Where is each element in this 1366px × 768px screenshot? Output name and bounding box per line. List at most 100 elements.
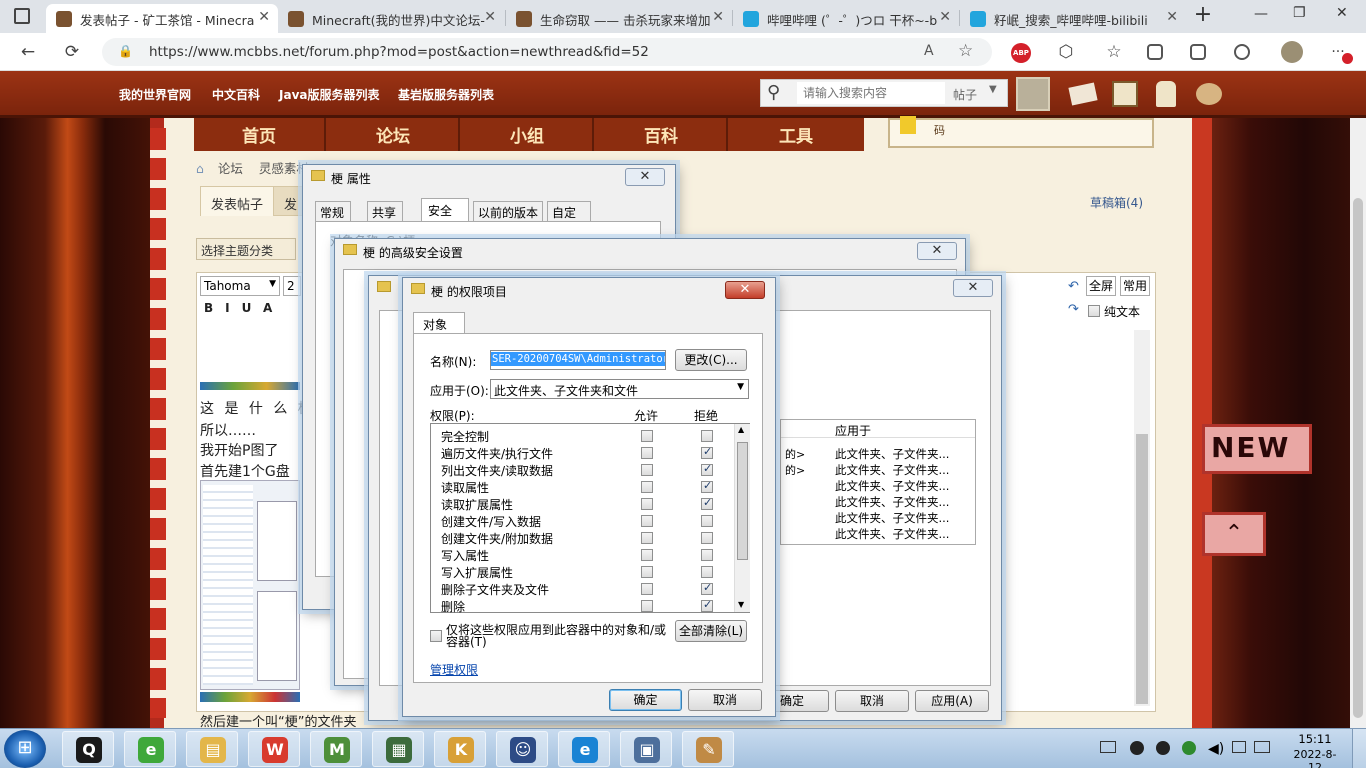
nav-java-servers[interactable]: Java版服务器列表 xyxy=(279,86,379,103)
deny-checkbox[interactable] xyxy=(701,462,713,476)
table-row[interactable]: 此文件夹、子文件夹... xyxy=(835,462,949,478)
allow-checkbox[interactable] xyxy=(641,566,653,578)
taskbar-app-monitor[interactable]: ▦ xyxy=(372,731,424,767)
editor-scrollbar[interactable] xyxy=(1134,330,1150,706)
favorite-star-icon[interactable]: ☆ xyxy=(958,41,973,61)
deny-checkbox[interactable] xyxy=(701,515,713,527)
tab-other[interactable]: 发表 xyxy=(273,186,303,216)
close-button[interactable]: ✕ xyxy=(917,242,957,260)
redo-icon[interactable]: ↷ xyxy=(1068,302,1079,317)
palette-icon[interactable] xyxy=(1196,83,1222,105)
show-desktop-button[interactable] xyxy=(1352,729,1366,768)
search-scope-select[interactable]: 帖子 xyxy=(953,86,977,103)
user-avatar[interactable] xyxy=(1016,77,1050,111)
tab-new-post[interactable]: 发表帖子 xyxy=(200,186,275,216)
table-row[interactable]: 此文件夹、子文件夹... xyxy=(835,526,949,542)
taskbar-app-wps[interactable]: W xyxy=(248,731,300,767)
tab-bilibili[interactable]: 哔哩哔哩 (゜-゜)つロ 干杯~-b ✕ xyxy=(733,4,959,33)
allow-checkbox[interactable] xyxy=(641,498,653,510)
tab-security[interactable]: 安全 xyxy=(421,198,469,222)
close-tab-icon[interactable]: ✕ xyxy=(484,9,496,25)
table-row[interactable]: 此文件夹、子文件夹... xyxy=(835,478,949,494)
deny-checkbox[interactable] xyxy=(701,581,713,595)
apply-to-select[interactable]: 此文件夹、子文件夹和文件 ▼ xyxy=(490,379,749,399)
close-button[interactable]: ✕ xyxy=(953,279,993,297)
plain-text-checkbox[interactable] xyxy=(1088,305,1100,317)
close-button[interactable]: ✕ xyxy=(625,168,665,186)
tab-post[interactable]: 发表帖子 - 矿工茶馆 - Minecra ✕ xyxy=(46,4,278,33)
search-input[interactable] xyxy=(797,82,945,104)
allow-checkbox[interactable] xyxy=(641,600,653,612)
common-button[interactable]: 常用 xyxy=(1120,276,1150,296)
qq-tray-icon[interactable] xyxy=(1156,741,1170,755)
cancel-button[interactable]: 取消 xyxy=(835,690,909,712)
deny-checkbox[interactable] xyxy=(701,496,713,510)
undo-icon[interactable]: ↶ xyxy=(1068,279,1079,294)
allow-checkbox[interactable] xyxy=(641,464,653,476)
ok-button[interactable]: 确定 xyxy=(609,689,682,711)
extensions-icon[interactable]: ⬡ xyxy=(1054,40,1078,64)
font-size-select[interactable]: 2 xyxy=(283,276,301,296)
table-row[interactable]: 此文件夹、子文件夹... xyxy=(835,446,949,462)
collections-icon[interactable] xyxy=(1190,44,1206,60)
table-row[interactable]: 此文件夹、子文件夹... xyxy=(835,494,949,510)
deny-checkbox[interactable] xyxy=(701,598,713,612)
favorites-icon[interactable]: ☆ xyxy=(1102,40,1126,64)
keyboard-icon[interactable] xyxy=(1100,741,1116,753)
url-field[interactable]: 🔒 https://www.mcbbs.net/forum.php?mod=po… xyxy=(102,38,992,66)
nav-tools[interactable]: 工具 xyxy=(730,118,862,151)
breadcrumb-forum[interactable]: 论坛 xyxy=(218,161,243,176)
action-center-icon[interactable] xyxy=(1254,741,1270,753)
tab-mcbbs[interactable]: Minecraft(我的世界)中文论坛- ✕ xyxy=(278,4,504,33)
notice-text[interactable]: 码 xyxy=(934,122,945,138)
deny-checkbox[interactable] xyxy=(701,430,713,442)
new-tab-button[interactable]: + xyxy=(1190,4,1216,28)
maximize-button[interactable]: ❐ xyxy=(1293,5,1306,21)
nav-wiki-main[interactable]: 百科 xyxy=(596,118,728,151)
start-button[interactable]: ⊞ xyxy=(4,730,46,768)
block-icon[interactable] xyxy=(1112,81,1138,107)
nav-groups[interactable]: 小组 xyxy=(462,118,594,151)
apply-only-to-container-checkbox[interactable] xyxy=(430,630,442,642)
potion-icon[interactable] xyxy=(1156,81,1176,107)
allow-checkbox[interactable] xyxy=(641,430,653,442)
drafts-link[interactable]: 草稿箱(4) xyxy=(1090,194,1143,211)
adblock-icon[interactable]: ABP xyxy=(1011,43,1031,63)
clock[interactable]: 15:11 2022-8-12 xyxy=(1290,732,1340,768)
font-family-select[interactable]: Tahoma ▼ xyxy=(200,276,280,296)
tab-actions-icon[interactable] xyxy=(14,8,30,24)
chevron-down-icon[interactable]: ▼ xyxy=(989,84,997,95)
clear-all-button[interactable]: 全部清除(L) xyxy=(675,620,747,642)
theme-category-select[interactable]: 选择主题分类 xyxy=(196,238,296,260)
tab-object[interactable]: 对象 xyxy=(413,312,465,334)
taskbar-app-paint[interactable]: ✎ xyxy=(682,731,734,767)
apply-button[interactable]: 应用(A) xyxy=(915,690,989,712)
security-tray-icon[interactable] xyxy=(1182,741,1196,755)
change-button[interactable]: 更改(C)... xyxy=(675,349,747,371)
page-scrollbar[interactable] xyxy=(1350,118,1366,728)
minimize-button[interactable]: — xyxy=(1254,6,1268,22)
cancel-button[interactable]: 取消 xyxy=(688,689,762,711)
reload-icon[interactable]: ⟳ xyxy=(60,40,84,64)
taskbar-app-king[interactable]: K xyxy=(434,731,486,767)
message-icon[interactable] xyxy=(1068,82,1098,106)
taskbar-app-computer[interactable]: ▣ xyxy=(620,731,672,767)
manage-permissions-link[interactable]: 管理权限 xyxy=(430,661,478,678)
taskbar-app-minecraft[interactable]: M xyxy=(310,731,362,767)
flag-icon[interactable]: ⌃ xyxy=(1202,512,1266,556)
close-button[interactable]: ✕ xyxy=(725,281,765,299)
fullscreen-button[interactable]: 全屏 xyxy=(1086,276,1116,296)
permissions-scrollbar[interactable]: ▲ ▼ xyxy=(734,424,750,612)
tab-lifesteal[interactable]: 生命窃取 —— 击杀玩家来增加 ✕ xyxy=(506,4,732,33)
deny-checkbox[interactable] xyxy=(701,479,713,493)
tab-bilibili-search[interactable]: 籽岷_搜索_哔哩哔哩-bilibili ✕ xyxy=(960,4,1186,33)
deny-checkbox[interactable] xyxy=(701,445,713,459)
network-icon[interactable] xyxy=(1232,741,1246,753)
close-tab-icon[interactable]: ✕ xyxy=(939,9,951,25)
nav-bedrock-servers[interactable]: 基岩版服务器列表 xyxy=(398,86,494,103)
close-tab-icon[interactable]: ✕ xyxy=(1166,9,1178,25)
qq-tray-icon[interactable] xyxy=(1130,741,1144,755)
read-aloud-icon[interactable]: A xyxy=(924,43,934,59)
nav-forum[interactable]: 论坛 xyxy=(328,118,460,151)
scroll-down-icon[interactable]: ▼ xyxy=(738,600,744,609)
